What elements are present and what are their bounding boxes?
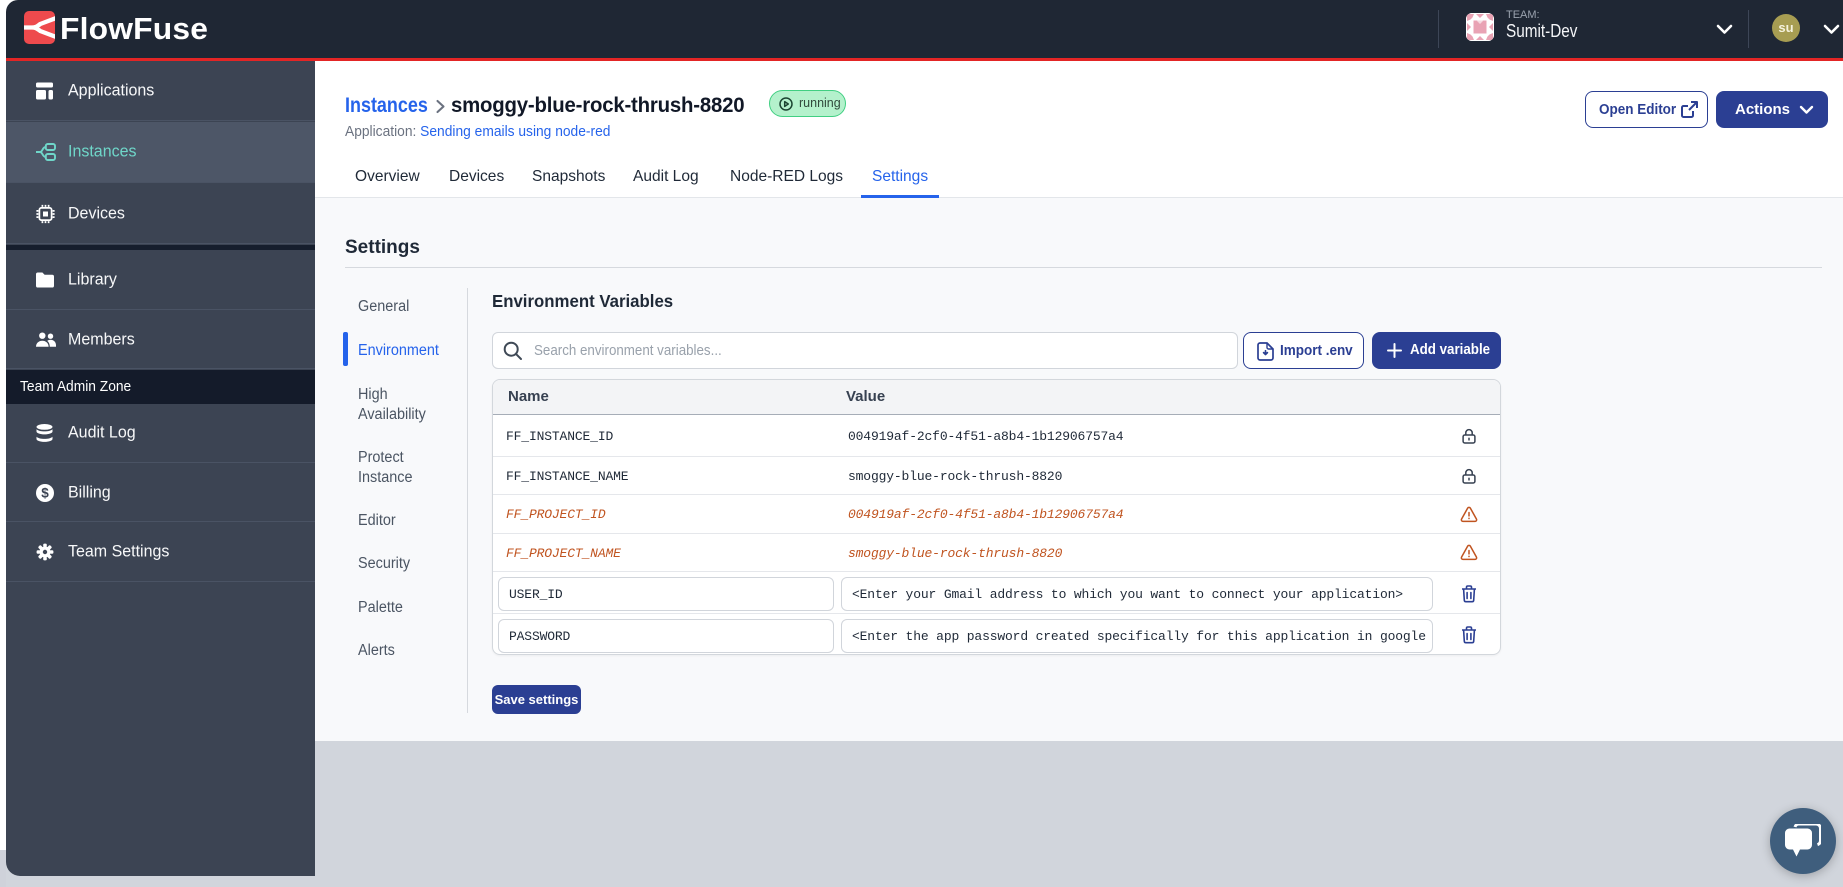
svg-text:$: $ [41, 485, 49, 500]
